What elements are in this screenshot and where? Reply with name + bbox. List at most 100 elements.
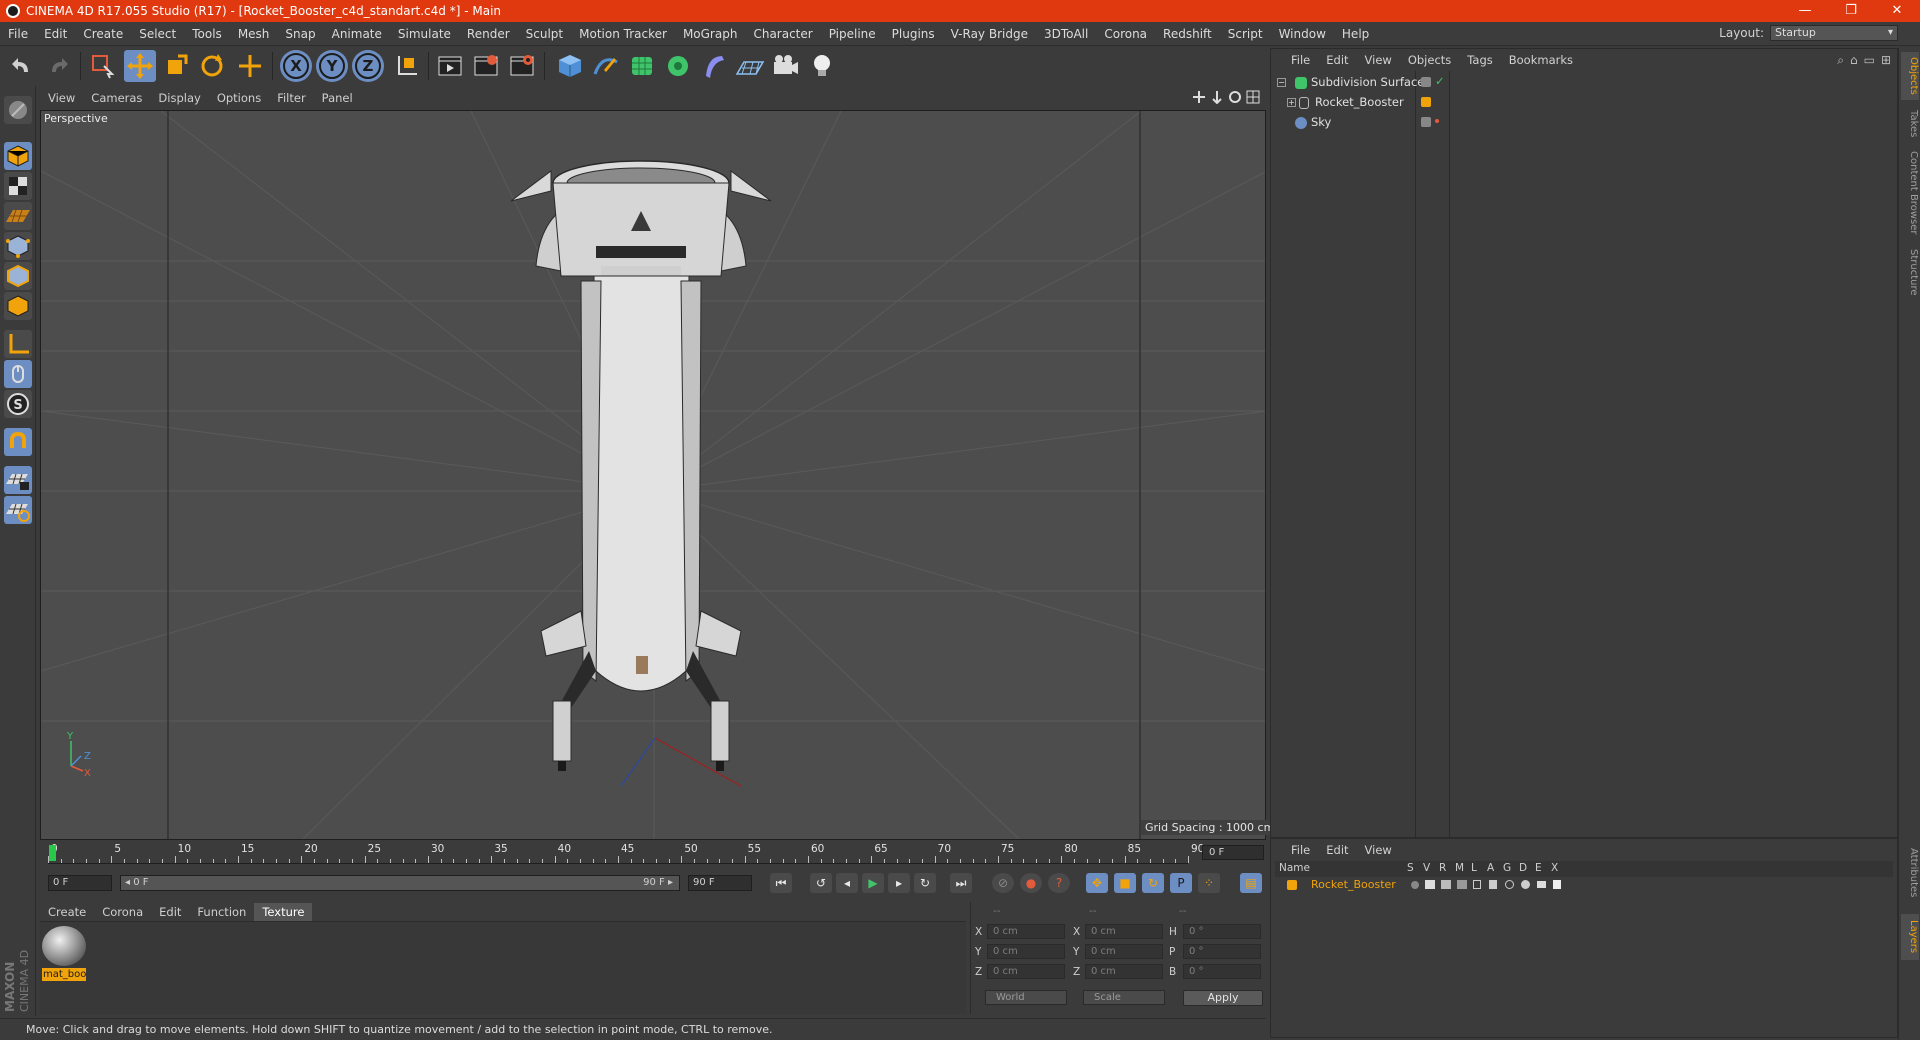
viewport-menu-display[interactable]: Display: [150, 91, 208, 105]
layers-menu-edit[interactable]: Edit: [1318, 843, 1356, 857]
rotate-tool-icon[interactable]: [196, 50, 228, 82]
end-frame-field[interactable]: 90 F: [688, 875, 752, 891]
objects-menu-bookmarks[interactable]: Bookmarks: [1501, 53, 1581, 67]
pan-view-icon[interactable]: [1192, 90, 1206, 104]
layer-xref-icon[interactable]: [1553, 880, 1561, 889]
key-rotation-icon[interactable]: ↻: [1142, 873, 1164, 893]
material-menu-corona[interactable]: Corona: [94, 903, 151, 921]
viewport-menu-view[interactable]: View: [40, 91, 83, 105]
rot-b-field[interactable]: 0 °: [1183, 964, 1261, 979]
menu-tools[interactable]: Tools: [184, 27, 230, 41]
coordinate-mode-dropdown[interactable]: Scale: [1083, 990, 1165, 1005]
render-settings-icon[interactable]: [506, 50, 538, 82]
coordinate-system-icon[interactable]: [390, 50, 422, 82]
menu-window[interactable]: Window: [1271, 27, 1334, 41]
tab-takes[interactable]: Takes: [1901, 106, 1919, 142]
light-icon[interactable]: [806, 50, 838, 82]
tab-structure[interactable]: Structure: [1901, 244, 1919, 300]
editor-visibility-icon[interactable]: [1421, 77, 1431, 87]
material-preview-sphere[interactable]: [42, 926, 86, 966]
layers-menu-file[interactable]: File: [1283, 843, 1318, 857]
menu-help[interactable]: Help: [1334, 27, 1377, 41]
layer-generator-icon[interactable]: [1505, 880, 1514, 889]
scale-tool-icon[interactable]: [160, 50, 192, 82]
layer-color-swatch[interactable]: [1421, 97, 1431, 107]
planar-workplane-icon[interactable]: [4, 496, 32, 524]
object-name[interactable]: Rocket_Booster: [1315, 93, 1404, 112]
layer-color-swatch[interactable]: [1287, 880, 1297, 890]
next-key-icon[interactable]: ↻: [914, 873, 936, 893]
key-parameter-icon[interactable]: P: [1170, 873, 1192, 893]
minimize-button[interactable]: —: [1782, 0, 1828, 22]
snap-icon[interactable]: S: [4, 390, 32, 418]
timeline-ruler[interactable]: 051015202530354045505560657075808590 0 F: [40, 842, 1266, 864]
undo-icon[interactable]: [6, 50, 38, 82]
menu-motion-tracker[interactable]: Motion Tracker: [571, 27, 675, 41]
menu-select[interactable]: Select: [131, 27, 184, 41]
apply-button[interactable]: Apply: [1183, 990, 1263, 1006]
menu-simulate[interactable]: Simulate: [390, 27, 459, 41]
layer-visible-icon[interactable]: [1425, 880, 1435, 889]
key-point-level-icon[interactable]: ⁘: [1198, 873, 1220, 893]
menu-snap[interactable]: Snap: [277, 27, 323, 41]
record-keys-icon[interactable]: ⊘: [992, 873, 1014, 893]
zoom-view-icon[interactable]: [1210, 90, 1224, 104]
y-axis-lock-button[interactable]: Y: [316, 50, 348, 82]
deformer-icon[interactable]: [698, 50, 730, 82]
maximize-button[interactable]: ❐: [1828, 0, 1874, 22]
polygons-mode-icon[interactable]: [4, 292, 32, 320]
menu-file[interactable]: File: [0, 27, 36, 41]
objects-menu-view[interactable]: View: [1357, 53, 1400, 67]
magnet-icon[interactable]: [4, 428, 32, 456]
live-selection-icon[interactable]: [86, 50, 118, 82]
points-mode-icon[interactable]: [4, 232, 32, 260]
layer-animation-icon[interactable]: [1489, 880, 1497, 889]
menu-mograph[interactable]: MoGraph: [675, 27, 746, 41]
subdivision-surface-icon[interactable]: [626, 50, 658, 82]
current-frame-field[interactable]: 0 F: [1202, 845, 1264, 860]
keyframe-selection-icon[interactable]: ?: [1048, 873, 1070, 893]
key-scale-icon[interactable]: ■: [1114, 873, 1136, 893]
timeline-window-icon[interactable]: ▤: [1240, 873, 1262, 893]
object-name[interactable]: Sky: [1311, 113, 1331, 132]
x-axis-lock-button[interactable]: X: [280, 50, 312, 82]
menu-render[interactable]: Render: [459, 27, 518, 41]
size-x-field[interactable]: 0 cm: [1085, 924, 1163, 939]
frame-ruler[interactable]: 051015202530354045505560657075808590: [48, 842, 1204, 864]
layer-expression-icon[interactable]: [1537, 881, 1546, 888]
menu-sculpt[interactable]: Sculpt: [518, 27, 571, 41]
object-row-subdivision-surface[interactable]: − Subdivision Surface ✓: [1275, 73, 1891, 92]
workplane-icon[interactable]: [4, 202, 32, 230]
render-to-picture-viewer-icon[interactable]: [470, 50, 502, 82]
viewport-menu-cameras[interactable]: Cameras: [83, 91, 150, 105]
menu-pipeline[interactable]: Pipeline: [821, 27, 884, 41]
material-name[interactable]: mat_booster: [42, 968, 86, 981]
rot-p-field[interactable]: 0 °: [1183, 944, 1261, 959]
viewport-menu-filter[interactable]: Filter: [269, 91, 313, 105]
autokey-icon[interactable]: ●: [1020, 873, 1042, 893]
pos-y-field[interactable]: 0 cm: [987, 944, 1065, 959]
key-position-icon[interactable]: ✥: [1086, 873, 1108, 893]
new-view-icon[interactable]: ▭: [1864, 53, 1875, 68]
coordinate-space-dropdown[interactable]: World: [985, 990, 1067, 1005]
menu-plugins[interactable]: Plugins: [884, 27, 943, 41]
material-menu-texture[interactable]: Texture: [254, 902, 313, 921]
tab-layers[interactable]: Layers: [1901, 914, 1919, 960]
axis-mode-icon[interactable]: [4, 330, 32, 358]
viewport-menu-panel[interactable]: Panel: [314, 91, 361, 105]
search-icon[interactable]: ⌕: [1837, 53, 1844, 68]
menu-mesh[interactable]: Mesh: [230, 27, 278, 41]
material-menu-function[interactable]: Function: [189, 903, 254, 921]
tab-attributes[interactable]: Attributes: [1901, 838, 1919, 908]
layer-name[interactable]: Rocket_Booster: [1311, 878, 1396, 891]
menu-corona[interactable]: Corona: [1096, 27, 1155, 41]
tab-content-browser[interactable]: Content Browser: [1901, 148, 1919, 238]
locked-workplane-icon[interactable]: [4, 466, 32, 494]
size-z-field[interactable]: 0 cm: [1085, 964, 1163, 979]
play-forward-icon[interactable]: ▶: [862, 873, 884, 893]
render-dot-icon[interactable]: [1435, 119, 1439, 123]
menu-create[interactable]: Create: [75, 27, 131, 41]
render-view-icon[interactable]: [434, 50, 466, 82]
toggle-view-icon[interactable]: [1246, 90, 1260, 104]
objects-menu-edit[interactable]: Edit: [1318, 53, 1356, 67]
